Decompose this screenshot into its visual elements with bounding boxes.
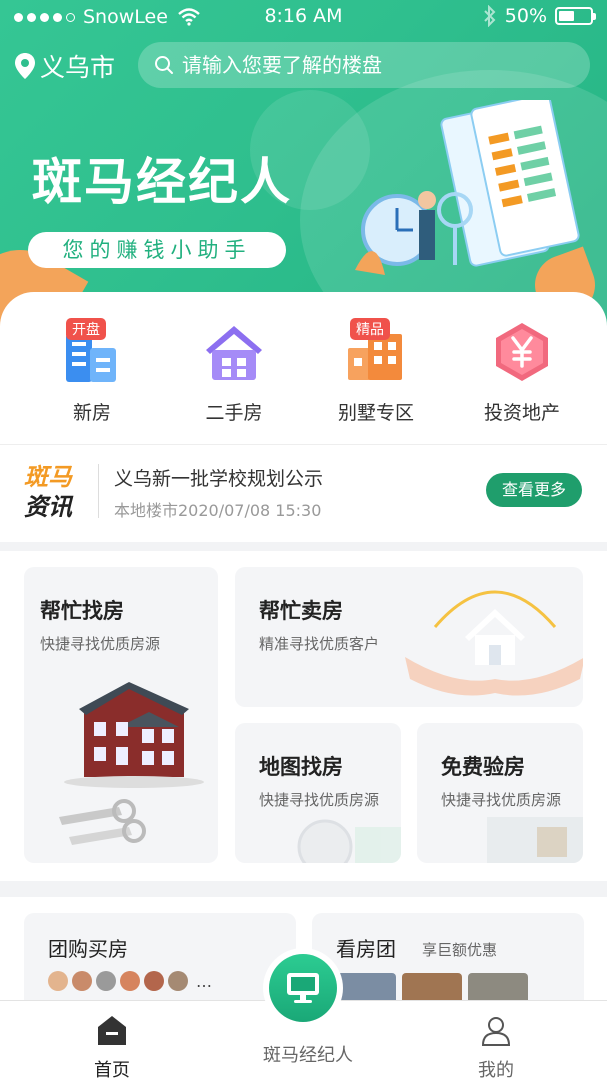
tab-label: 斑马经纪人 bbox=[263, 1045, 353, 1066]
city-selector[interactable]: 义乌市 bbox=[14, 48, 115, 84]
search-icon bbox=[155, 56, 173, 74]
avatar bbox=[96, 971, 116, 991]
category-label: 二手房 bbox=[205, 402, 263, 424]
service-desc: 快捷寻找优质房源 bbox=[40, 635, 161, 653]
house-tour-subtitle: 享巨额优惠 bbox=[422, 941, 498, 959]
service-map-search[interactable]: 地图找房 快捷寻找优质房源 bbox=[235, 723, 401, 863]
center-tab-button[interactable] bbox=[263, 948, 343, 1028]
service-title: 免费验房 bbox=[441, 755, 525, 779]
service-title: 帮忙卖房 bbox=[259, 599, 343, 623]
tab-label: 首页 bbox=[94, 1060, 130, 1080]
location-pin-icon bbox=[15, 53, 35, 79]
category-label: 别墅专区 bbox=[337, 402, 414, 424]
tab-center-label[interactable]: 斑马经纪人 bbox=[238, 1041, 378, 1067]
battery-percent: 50% bbox=[504, 5, 547, 27]
avatar bbox=[168, 971, 188, 991]
group-buy-title: 团购买房 bbox=[48, 937, 128, 961]
house-tour-card[interactable]: 看房团 享巨额优惠 bbox=[312, 913, 584, 1013]
tag-badge: 精品 bbox=[350, 318, 390, 340]
status-bar: SnowLee 8:16 AM 50% bbox=[0, 0, 607, 34]
category-new-house[interactable]: 开盘 新房 bbox=[22, 318, 162, 425]
tag-badge: 开盘 bbox=[66, 318, 106, 340]
monitor-icon bbox=[287, 973, 319, 1003]
avatar bbox=[72, 971, 92, 991]
house-with-keys-icon bbox=[59, 682, 204, 845]
tab-home[interactable]: 首页 bbox=[42, 1013, 182, 1080]
battery-icon bbox=[555, 7, 596, 25]
service-desc: 精准寻找优质客户 bbox=[259, 635, 380, 653]
news-logo-line2: 资讯 bbox=[24, 493, 72, 521]
category-villa[interactable]: 精品 别墅专区 bbox=[306, 318, 446, 425]
services-section: 帮忙找房 快捷寻找优质房源 帮忙卖房 精准寻找优质客户 地图找房 快捷寻找优质房… bbox=[0, 551, 607, 881]
home-icon bbox=[98, 1016, 126, 1045]
city-name: 义乌市 bbox=[40, 53, 116, 82]
news-logo-line1: 斑马 bbox=[24, 463, 72, 491]
service-free-inspection[interactable]: 免费验房 快捷寻找优质房源 bbox=[417, 723, 583, 863]
category-grid: 开盘 新房 二手房 精品 别墅专区 投资地产 bbox=[0, 318, 607, 430]
yuan-icon bbox=[490, 320, 554, 384]
tab-me[interactable]: 我的 bbox=[426, 1013, 566, 1080]
map-compass-icon bbox=[297, 819, 401, 863]
center-tab-inner bbox=[269, 954, 337, 1022]
news-meta: 本地楼市2020/07/08 15:30 bbox=[114, 501, 322, 520]
service-title: 帮忙找房 bbox=[40, 599, 124, 623]
news-ticker[interactable]: 斑马 资讯 义乌新一批学校规划公示 本地楼市2020/07/08 15:30 查… bbox=[0, 446, 607, 536]
service-title: 地图找房 bbox=[259, 755, 343, 779]
avatar-list: … bbox=[48, 971, 212, 991]
status-right: 50% bbox=[483, 5, 596, 27]
banner-title: 斑马经纪人 bbox=[32, 153, 292, 211]
hands-holding-house-icon bbox=[405, 590, 583, 696]
room-interior-icon bbox=[487, 817, 583, 863]
group-buy-card[interactable]: 团购买房 … bbox=[24, 913, 296, 1013]
service-sell-house[interactable]: 帮忙卖房 精准寻找优质客户 bbox=[235, 567, 583, 707]
category-label: 投资地产 bbox=[483, 402, 560, 424]
search-bar[interactable] bbox=[138, 42, 590, 88]
banner-slogan: 您的赚钱小助手 bbox=[28, 232, 286, 268]
user-icon bbox=[481, 1017, 511, 1046]
service-find-house[interactable]: 帮忙找房 快捷寻找优质房源 bbox=[24, 567, 218, 863]
avatar bbox=[144, 971, 164, 991]
news-title[interactable]: 义乌新一批学校规划公示 bbox=[114, 464, 323, 491]
tab-label: 我的 bbox=[478, 1060, 514, 1080]
news-logo: 斑马 资讯 bbox=[24, 462, 72, 522]
category-investment[interactable]: 投资地产 bbox=[452, 320, 592, 425]
divider bbox=[98, 464, 99, 518]
banner-illustration bbox=[355, 100, 580, 275]
category-second-hand[interactable]: 二手房 bbox=[164, 320, 304, 425]
search-input[interactable] bbox=[182, 53, 562, 77]
more-ellipsis: … bbox=[196, 971, 212, 991]
avatar bbox=[48, 971, 68, 991]
divider bbox=[0, 444, 607, 445]
view-more-button[interactable]: 查看更多 bbox=[486, 473, 582, 507]
category-label: 新房 bbox=[72, 402, 111, 424]
battery-fill bbox=[559, 11, 574, 21]
avatar bbox=[120, 971, 140, 991]
house-icon bbox=[202, 320, 266, 384]
house-tour-title: 看房团 bbox=[336, 937, 396, 961]
bluetooth-icon bbox=[484, 5, 496, 27]
